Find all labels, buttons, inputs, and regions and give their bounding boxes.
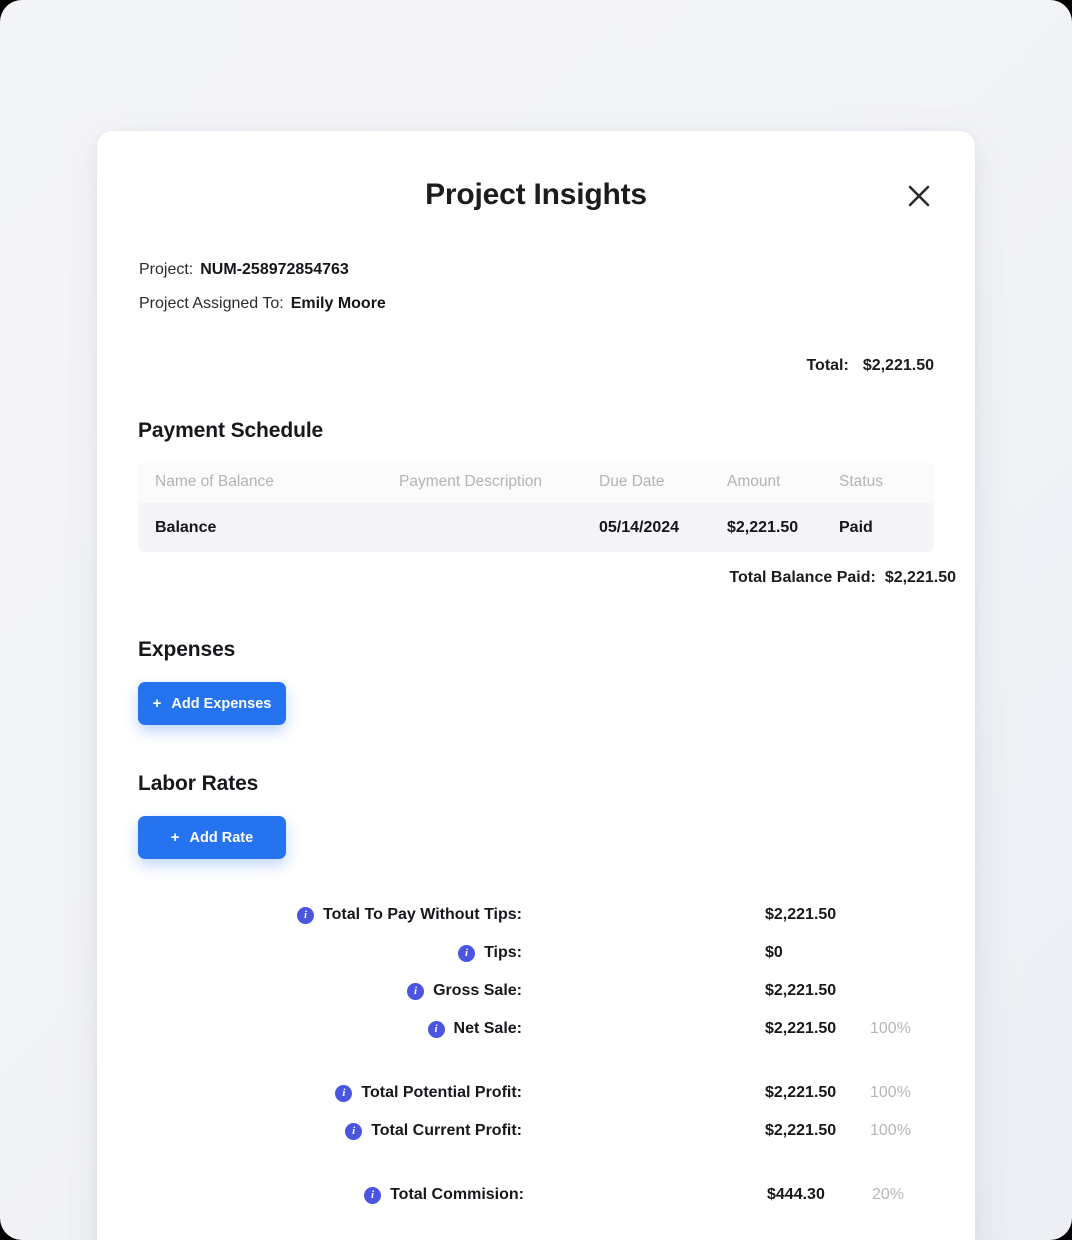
info-icon[interactable]: i <box>345 1122 363 1140</box>
info-icon[interactable]: i <box>407 982 425 1000</box>
payment-schedule-heading: Payment Schedule <box>138 419 324 442</box>
summary-label: Tips: <box>484 944 522 961</box>
summary-row-gross-sale: i Gross Sale: $2,221.50 <box>97 972 975 1010</box>
summary-label: Total Current Profit: <box>371 1122 522 1139</box>
summary-percent: 100% <box>870 1122 911 1139</box>
project-number-label: Project: <box>139 261 194 278</box>
plus-icon: + <box>170 829 180 846</box>
column-header-status: Status <box>839 473 883 490</box>
summary-row-net-sale: i Net Sale: $2,221.50 100% <box>97 1010 975 1048</box>
project-meta: Project: NUM-258972854763 Project Assign… <box>139 253 386 321</box>
expenses-heading: Expenses <box>138 638 236 661</box>
summary-label: Total Commision: <box>390 1186 524 1203</box>
summary-row-total-commision: i Total Commision: $444.30 20% <box>97 1176 975 1214</box>
project-insights-modal: Project Insights Project: NUM-2589728547… <box>97 131 975 1240</box>
info-icon[interactable]: i <box>335 1084 353 1102</box>
table-row[interactable]: Balance 05/14/2024 $2,221.50 Paid <box>138 503 934 552</box>
summary-label: Gross Sale: <box>433 982 522 999</box>
total-value: $2,221.50 <box>862 357 934 374</box>
column-header-name-of-balance: Name of Balance <box>155 473 274 490</box>
project-assigned-value: Emily Moore <box>290 295 386 312</box>
column-header-amount: Amount <box>727 473 781 490</box>
summary-row-total-to-pay-without-tips: i Total To Pay Without Tips: $2,221.50 <box>97 896 975 934</box>
summary-percent: 100% <box>870 1084 911 1101</box>
summary-row-total-potential-profit: i Total Potential Profit: $2,221.50 100% <box>97 1074 975 1112</box>
summary-label: Total Potential Profit: <box>361 1084 522 1101</box>
total-balance-paid-label: Total Balance Paid: <box>729 569 876 586</box>
summary-percent: 100% <box>870 1020 911 1037</box>
summary-row-total-current-profit: i Total Current Profit: $2,221.50 100% <box>97 1112 975 1150</box>
add-expenses-button[interactable]: + Add Expenses <box>138 682 286 725</box>
total-label: Total: <box>806 357 849 374</box>
column-header-due-date: Due Date <box>599 473 665 490</box>
total-row: Total: $2,221.50 <box>806 357 934 375</box>
total-balance-paid-row: Total Balance Paid: $2,221.50 <box>729 569 956 587</box>
summary-value: $2,221.50 <box>765 982 837 999</box>
page-viewport: Project Insights Project: NUM-2589728547… <box>0 0 1072 1240</box>
table-header-row: Name of Balance Payment Description Due … <box>138 461 934 503</box>
plus-icon: + <box>152 695 162 712</box>
info-icon[interactable]: i <box>458 944 476 962</box>
project-number-value: NUM-258972854763 <box>200 261 349 278</box>
add-rate-button[interactable]: + Add Rate <box>138 816 286 859</box>
summary-percent: 20% <box>872 1186 905 1203</box>
info-icon[interactable]: i <box>297 906 315 924</box>
summary-label: Total To Pay Without Tips: <box>323 906 522 923</box>
summary-value: $2,221.50 <box>765 1020 837 1037</box>
summary-value: $444.30 <box>767 1186 825 1203</box>
project-number-row: Project: NUM-258972854763 <box>139 253 386 287</box>
cell-amount: $2,221.50 <box>727 518 799 536</box>
summary-value: $2,221.50 <box>765 1122 837 1139</box>
info-icon[interactable]: i <box>427 1020 445 1038</box>
close-icon[interactable] <box>904 181 934 211</box>
cell-name-of-balance: Balance <box>155 518 217 536</box>
summary-spacer <box>97 1150 975 1176</box>
cell-due-date: 05/14/2024 <box>599 518 680 536</box>
summary-value: $2,221.50 <box>765 1084 837 1101</box>
project-assigned-label: Project Assigned To: <box>139 295 284 312</box>
labor-rates-heading: Labor Rates <box>138 772 259 795</box>
summary-label: Net Sale: <box>453 1020 522 1037</box>
payment-schedule-table: Name of Balance Payment Description Due … <box>138 461 934 552</box>
project-assigned-row: Project Assigned To: Emily Moore <box>139 287 386 321</box>
summary-spacer <box>97 1048 975 1074</box>
add-rate-button-label: Add Rate <box>189 829 254 846</box>
cell-status: Paid <box>839 518 873 536</box>
summary-value: $2,221.50 <box>765 906 837 923</box>
info-icon[interactable]: i <box>364 1186 382 1204</box>
summary-value: $0 <box>765 944 783 961</box>
financial-summary: i Total To Pay Without Tips: $2,221.50 i… <box>97 896 975 1214</box>
summary-row-tips: i Tips: $0 <box>97 934 975 972</box>
add-expenses-button-label: Add Expenses <box>171 695 272 712</box>
page-title: Project Insights <box>425 178 647 211</box>
column-header-payment-description: Payment Description <box>399 473 543 490</box>
total-balance-paid-value: $2,221.50 <box>884 569 956 586</box>
